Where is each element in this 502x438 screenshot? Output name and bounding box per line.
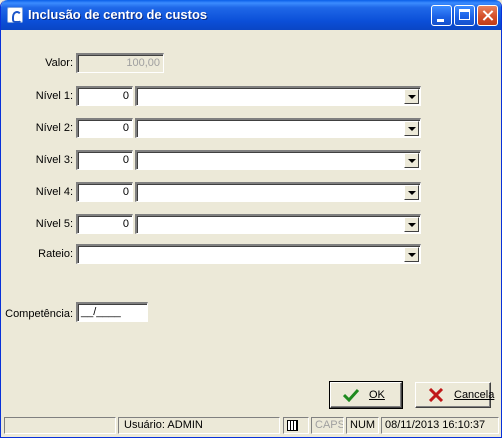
nivel-1-code-field[interactable]: 0 bbox=[76, 86, 133, 106]
nivel-3-select[interactable] bbox=[135, 150, 421, 170]
app-icon[interactable] bbox=[7, 7, 23, 23]
nivel-1-select[interactable] bbox=[135, 86, 421, 106]
nivel-5-code-value: 0 bbox=[122, 218, 129, 230]
nivel-5-select[interactable] bbox=[135, 214, 421, 234]
title-bar[interactable]: Inclusão de centro de custos bbox=[1, 0, 501, 30]
minimize-button[interactable] bbox=[431, 5, 452, 26]
valor-value: 100,00 bbox=[126, 57, 160, 69]
chevron-down-icon[interactable] bbox=[404, 217, 419, 232]
status-num: NUM bbox=[346, 417, 379, 434]
cancel-label: Cancela bbox=[454, 389, 495, 401]
chevron-down-icon[interactable] bbox=[404, 121, 419, 136]
chevron-down-icon[interactable] bbox=[404, 89, 419, 104]
rateio-select[interactable] bbox=[76, 244, 421, 264]
status-panel-empty bbox=[4, 417, 116, 434]
check-icon bbox=[343, 388, 359, 402]
nivel-1-code-value: 0 bbox=[122, 90, 129, 102]
nivel-5-code-field[interactable]: 0 bbox=[76, 214, 133, 234]
valor-field: 100,00 bbox=[76, 53, 164, 73]
nivel-2-code-field[interactable]: 0 bbox=[76, 118, 133, 138]
chevron-down-icon[interactable] bbox=[404, 185, 419, 200]
nivel-1-label: Nível 1: bbox=[35, 90, 73, 102]
maximize-button[interactable] bbox=[454, 5, 475, 26]
nivel-4-label: Nível 4: bbox=[35, 186, 73, 198]
status-user: Usuário: ADMIN bbox=[118, 417, 280, 434]
calculator-button[interactable] bbox=[283, 417, 309, 434]
nivel-2-select[interactable] bbox=[135, 118, 421, 138]
nivel-4-select[interactable] bbox=[135, 182, 421, 202]
nivel-2-code-value: 0 bbox=[122, 122, 129, 134]
competencia-value: __/____ bbox=[81, 306, 121, 318]
status-user-text: Usuário: ADMIN bbox=[124, 419, 203, 431]
calculator-icon bbox=[287, 420, 298, 431]
nivel-3-label: Nível 3: bbox=[35, 154, 73, 166]
chevron-down-icon[interactable] bbox=[404, 153, 419, 168]
nivel-3-code-field[interactable]: 0 bbox=[76, 150, 133, 170]
dialog-window: Inclusão de centro de custos Valor: 100,… bbox=[0, 0, 502, 438]
status-caps: CAPS bbox=[311, 417, 344, 434]
nivel-3-code-value: 0 bbox=[122, 154, 129, 166]
competencia-label: Competência: bbox=[5, 308, 73, 320]
status-datetime: 08/11/2013 16:10:37 bbox=[381, 417, 499, 434]
nivel-2-label: Nível 2: bbox=[35, 122, 73, 134]
chevron-down-icon[interactable] bbox=[404, 247, 419, 262]
nivel-4-code-field[interactable]: 0 bbox=[76, 182, 133, 202]
close-button[interactable] bbox=[477, 5, 498, 26]
valor-label: Valor: bbox=[45, 57, 73, 69]
nivel-5-label: Nível 5: bbox=[35, 218, 73, 230]
window-title: Inclusão de centro de custos bbox=[28, 7, 208, 22]
status-bar: Usuário: ADMIN CAPS NUM 08/11/2013 16:10… bbox=[4, 416, 500, 436]
nivel-4-code-value: 0 bbox=[122, 186, 129, 198]
ok-button[interactable]: OK bbox=[329, 381, 403, 409]
cancel-button[interactable]: Cancela bbox=[415, 382, 495, 408]
ok-label: OK bbox=[369, 389, 385, 401]
rateio-label: Rateio: bbox=[38, 248, 73, 260]
competencia-field[interactable]: __/____ bbox=[76, 302, 148, 322]
x-icon bbox=[428, 388, 444, 402]
